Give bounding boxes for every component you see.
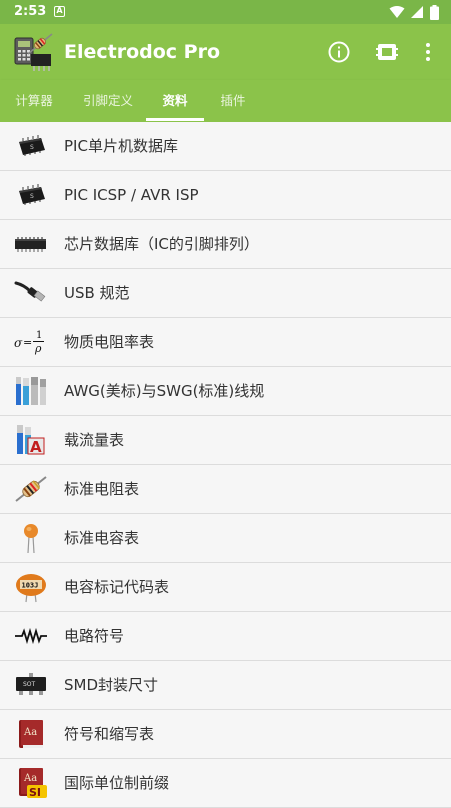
list-item-circuit-symbols[interactable]: 电路符号 [0,612,451,661]
si-badge-text: SI [29,786,41,799]
usb-cable-icon [14,281,46,302]
list-item-label: 标准电容表 [64,529,140,547]
list-item-label: 芯片数据库（IC的引脚排列） [64,235,259,253]
book-text: Aa [23,727,37,738]
list-item-label: 标准电阻表 [64,480,140,498]
electrodoc-logo [14,33,53,71]
list-item-label: 电容标记代码表 [64,578,170,596]
more-vert-icon[interactable] [416,40,440,64]
ampacity-letter: A [30,438,42,456]
list-item-pic-database[interactable]: S PIC单片机数据库 [0,122,451,171]
book-icon: Aa [19,720,43,748]
formula-sigma: σ [14,336,23,350]
formula-equals: = [23,336,32,349]
list-item-label: USB 规范 [64,284,130,302]
list-item-si-prefixes[interactable]: Aa SI 国际单位制前缀 [0,759,451,808]
list-item-label: 电路符号 [64,627,125,645]
resistor-symbol-icon [15,627,47,645]
resistivity-formula-icon: σ = 1 ρ [14,330,44,355]
dip-ic-icon [15,237,46,252]
list-item-label: 国际单位制前缀 [64,774,170,792]
list-item-resistivity[interactable]: σ = 1 ρ 物质电阻率表 [0,318,451,367]
si-book-icon: Aa SI [19,768,47,799]
status-bar: 2:53 A [0,0,451,24]
list-item-label: 符号和缩写表 [64,725,155,743]
tab-plugins[interactable]: 插件 [206,80,260,122]
tab-bar: 计算器 引脚定义 资料 插件 [0,80,451,122]
list-item-capacitor-code[interactable]: 103J 电容标记代码表 [0,563,451,612]
info-icon[interactable] [327,40,351,64]
wifi-icon [389,6,405,18]
list-item-usb-spec[interactable]: USB 规范 [0,269,451,318]
tab-calculator[interactable]: 计算器 [0,80,68,122]
capacitor-code-icon: 103J [16,574,46,603]
notification-icon: A [54,6,65,17]
list-item-ic-database[interactable]: 芯片数据库（IC的引脚排列） [0,220,451,269]
resources-list: S PIC单片机数据库 S PIC ICSP / AVR ISP 芯片数据库（I… [0,122,451,808]
list-item-label: PIC单片机数据库 [64,137,178,155]
ceramic-capacitor-icon [24,524,38,554]
formula-numerator: 1 [36,330,42,341]
resistor-icon [15,476,47,502]
ampacity-icon: A [17,425,45,456]
svg-text:S: S [30,144,34,151]
svg-text:S: S [30,193,34,200]
list-item-pic-icsp[interactable]: S PIC ICSP / AVR ISP [0,171,451,220]
list-item-label: AWG(美标)与SWG(标准)线规 [64,382,265,400]
list-item-symbols-abbreviations[interactable]: Aa 符号和缩写表 [0,710,451,759]
signal-icon [411,6,423,18]
list-item-capacitor-table[interactable]: 标准电容表 [0,514,451,563]
smd-package-icon: SOT [16,673,46,695]
formula-denominator: ρ [34,342,42,355]
list-item-label: 物质电阻率表 [64,333,155,351]
list-item-label: SMD封装尺寸 [64,676,159,694]
app-bar: Electrodoc Pro [0,24,451,80]
wire-gauge-icon [16,377,46,405]
book-text: Aa [23,773,37,784]
list-item-label: PIC ICSP / AVR ISP [64,186,199,204]
tab-pinouts[interactable]: 引脚定义 [70,80,146,122]
list-item-smd-packages[interactable]: SOT SMD封装尺寸 [0,661,451,710]
tab-resources[interactable]: 资料 [146,80,204,122]
battery-icon [430,4,439,20]
list-item-ampacity[interactable]: A 载流量表 [0,416,451,465]
active-tab-indicator [146,118,204,121]
status-time: 2:53 [14,4,47,19]
pic-chip-icon: S [19,135,45,156]
list-item-resistor-table[interactable]: 标准电阻表 [0,465,451,514]
smd-package-text: SOT [23,681,36,688]
list-item-awg-swg[interactable]: AWG(美标)与SWG(标准)线规 [0,367,451,416]
chip-icon[interactable] [375,40,399,64]
app-title: Electrodoc Pro [64,41,221,63]
list-item-label: 载流量表 [64,431,125,449]
capacitor-code-text: 103J [22,582,39,590]
status-icons [389,4,439,20]
pic-chip-icon: S [19,184,45,205]
